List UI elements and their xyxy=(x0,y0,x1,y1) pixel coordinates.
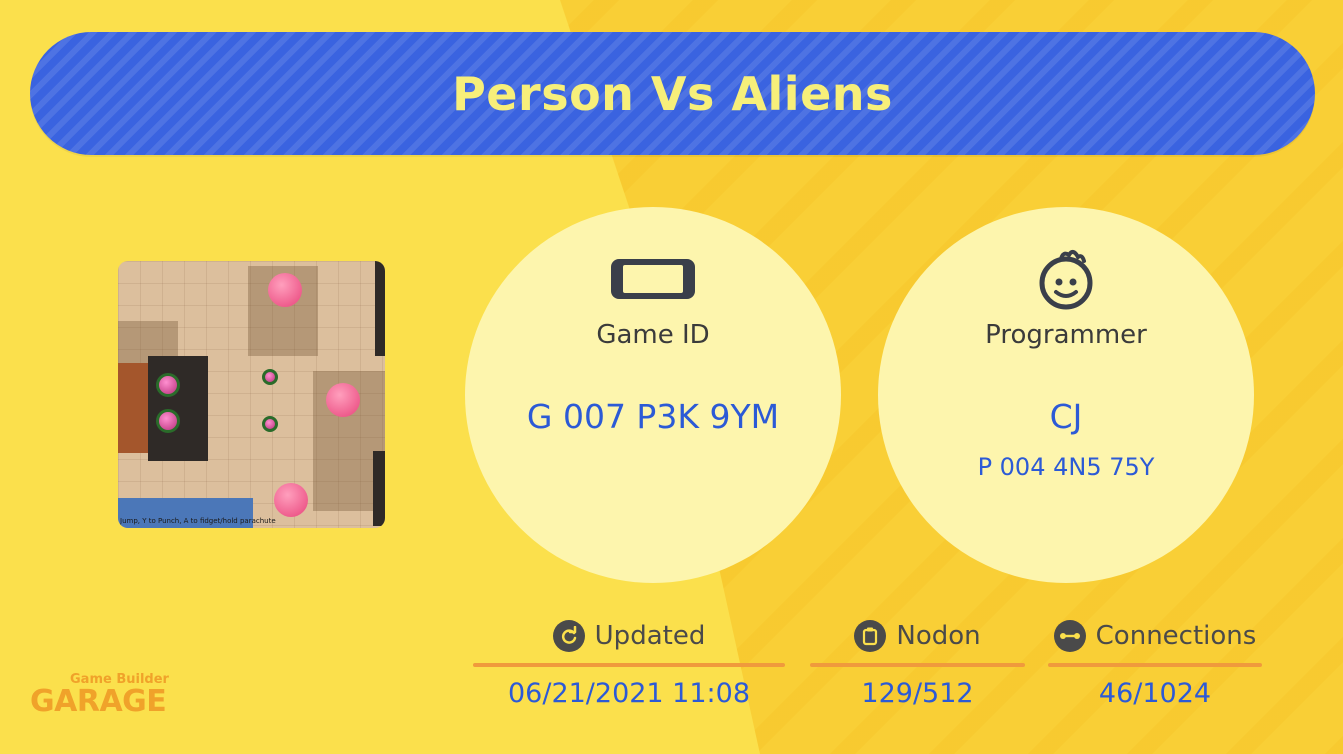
programmer-label: Programmer xyxy=(985,320,1147,350)
connections-divider xyxy=(1048,663,1262,667)
thumbnail-wall xyxy=(375,261,385,356)
clipboard-icon xyxy=(854,620,887,652)
programmer-id: P 004 4N5 75Y xyxy=(977,453,1155,481)
updated-divider xyxy=(473,663,785,667)
updated-label: Updated xyxy=(594,621,706,651)
nodon-header: Nodon xyxy=(810,618,1025,654)
updated-header: Updated xyxy=(473,618,785,654)
connections-header: Connections xyxy=(1048,618,1262,654)
alien-sprite xyxy=(274,483,308,517)
player-sprite xyxy=(156,409,180,433)
game-builder-garage-logo: Game Builder GARAGE xyxy=(30,668,180,720)
programmer-panel: Programmer CJ P 004 4N5 75Y xyxy=(878,207,1254,583)
alien-sprite xyxy=(326,383,360,417)
connections-value: 46/1024 xyxy=(1098,678,1212,709)
logo-line2: GARAGE xyxy=(30,684,167,719)
smiley-face-icon xyxy=(1039,250,1093,310)
game-id-panel: Game ID G 007 P3K 9YM xyxy=(465,207,841,583)
game-id-value: G 007 P3K 9YM xyxy=(526,397,780,436)
title-banner: Person Vs Aliens xyxy=(30,32,1315,155)
thumbnail-block xyxy=(148,356,208,461)
thumbnail-door xyxy=(118,363,148,453)
link-icon xyxy=(1053,620,1086,652)
nodon-value: 129/512 xyxy=(861,678,974,709)
game-thumbnail: Jump, Y to Punch, A to fidget/hold parac… xyxy=(118,261,385,528)
game-id-label: Game ID xyxy=(596,320,710,350)
nodon-divider xyxy=(810,663,1025,667)
refresh-icon xyxy=(552,620,585,652)
projectile-sprite xyxy=(262,369,278,385)
connections-label: Connections xyxy=(1095,621,1257,651)
alien-sprite xyxy=(268,273,302,307)
nodon-label: Nodon xyxy=(896,621,981,651)
player-sprite xyxy=(156,373,180,397)
updated-value: 06/21/2021 11:08 xyxy=(507,678,750,709)
thumbnail-wall xyxy=(373,451,385,526)
projectile-sprite xyxy=(262,416,278,432)
switch-console-icon xyxy=(611,259,695,299)
programmer-name: CJ xyxy=(1049,397,1083,436)
game-title: Person Vs Aliens xyxy=(452,66,893,121)
thumbnail-hint: Jump, Y to Punch, A to fidget/hold parac… xyxy=(120,517,276,525)
